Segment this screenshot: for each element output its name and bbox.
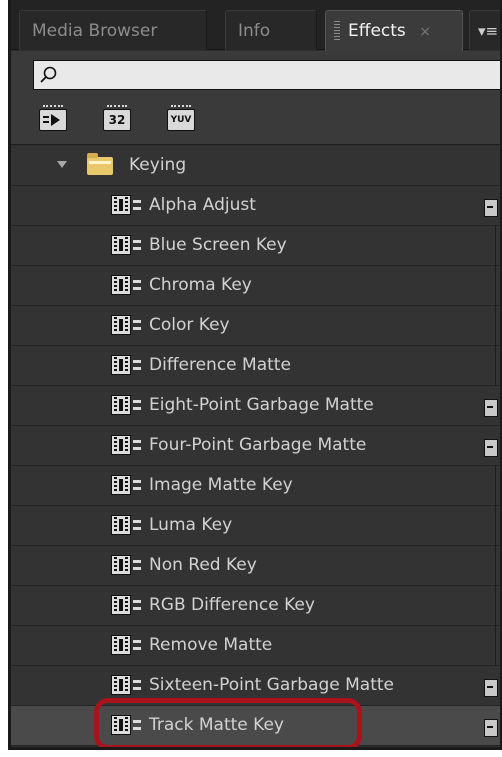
tab-info-label: Info [238,21,271,41]
list-item[interactable]: Luma Key [11,506,500,546]
column-divider [495,306,496,346]
effect-label: Remove Matte [149,635,273,655]
list-item[interactable]: Alpha Adjust [11,186,500,226]
effects-panel: Media Browser Info Effects × ▾≡ 32 YUV K… [8,0,502,750]
list-item[interactable]: Difference Matte [11,346,500,386]
column-divider [495,506,496,546]
effect-label: Image Matte Key [149,475,293,495]
list-item[interactable]: Chroma Key [11,266,500,306]
folder-label: Keying [129,155,187,175]
accelerated-badge-icon [484,399,498,417]
column-divider [495,626,496,666]
effect-label: Four-Point Garbage Matte [149,435,367,455]
search-row [11,51,500,97]
column-divider [495,586,496,626]
effect-label: Eight-Point Garbage Matte [149,395,374,415]
list-item[interactable]: Four-Point Garbage Matte [11,426,500,466]
column-divider [495,266,496,306]
filter-toolbar: 32 YUV [11,97,500,145]
search-icon [40,66,57,83]
list-item[interactable]: Track Matte Key [11,706,500,746]
effect-label: Sixteen-Point Garbage Matte [149,675,394,695]
effect-preset-icon [111,395,143,415]
list-item[interactable]: Sixteen-Point Garbage Matte [11,666,500,706]
effect-label: Chroma Key [149,275,252,295]
expand-triangle-icon[interactable] [57,161,67,168]
effect-preset-icon [111,355,143,375]
effect-label: Color Key [149,315,230,335]
effects-tree: Keying Alpha Adjust Blue Screen Key Chroma… [11,146,500,746]
accelerated-badge-icon [484,719,498,737]
effect-preset-icon [111,315,143,335]
effect-preset-icon [111,555,143,575]
tab-media-browser[interactable]: Media Browser [19,10,207,50]
effect-preset-icon [111,235,143,255]
yuv-effects-icon[interactable]: YUV [167,105,195,131]
effect-preset-icon [111,595,143,615]
column-divider [495,546,496,586]
effect-preset-icon [111,675,143,695]
accelerated-effects-icon[interactable] [39,105,67,131]
effect-preset-icon [111,435,143,455]
effect-preset-icon [111,515,143,535]
accelerated-badge-icon [484,439,498,457]
tab-info[interactable]: Info [225,10,317,50]
32-bit-color-icon[interactable]: 32 [103,105,131,131]
column-divider [495,466,496,506]
panel-tab-bar: Media Browser Info Effects × ▾≡ [11,0,500,51]
list-item[interactable]: Image Matte Key [11,466,500,506]
list-item[interactable]: Color Key [11,306,500,346]
panel-menu-icon: ▾≡ [478,22,499,40]
tab-effects-label: Effects [348,21,406,41]
effect-label: Difference Matte [149,355,291,375]
effect-preset-icon [111,475,143,495]
accelerated-badge-icon [484,679,498,697]
effect-label: Alpha Adjust [149,195,256,215]
folder-keying[interactable]: Keying [11,146,500,186]
column-divider [495,226,496,266]
effect-preset-icon [111,635,143,655]
list-item[interactable]: Eight-Point Garbage Matte [11,386,500,426]
effect-label: Track Matte Key [149,715,284,735]
effect-preset-icon [111,275,143,295]
effect-preset-icon [111,715,143,735]
list-item[interactable]: Blue Screen Key [11,226,500,266]
effect-label: Luma Key [149,515,233,535]
accelerated-badge-icon [484,199,498,217]
panel-menu-button[interactable]: ▾≡ [469,10,500,50]
tab-grip-icon[interactable] [334,21,340,41]
tab-effects[interactable]: Effects × [325,10,463,51]
column-divider [495,346,496,386]
play-icon [43,114,60,126]
list-item[interactable]: Remove Matte [11,626,500,666]
list-item[interactable]: Non Red Key [11,546,500,586]
tab-media-browser-label: Media Browser [32,21,158,41]
effect-label: Blue Screen Key [149,235,287,255]
search-input[interactable] [33,60,500,90]
tab-close-icon[interactable]: × [419,24,431,40]
effect-label: RGB Difference Key [149,595,315,615]
effect-preset-icon [111,195,143,215]
folder-icon [87,153,113,175]
effect-list: Alpha Adjust Blue Screen Key Chroma Key Col… [11,186,500,746]
list-item[interactable]: RGB Difference Key [11,586,500,626]
effect-label: Non Red Key [149,555,257,575]
